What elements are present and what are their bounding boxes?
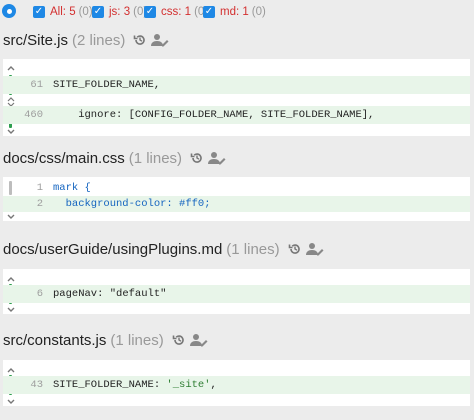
line-number: 6: [36, 288, 43, 300]
filter-css[interactable]: ✓ css: 1 (0): [144, 5, 208, 19]
line-number: 61: [30, 79, 43, 91]
line-count: (1 lines): [110, 331, 164, 349]
code-string: '_site': [166, 379, 211, 391]
line-number: 43: [30, 379, 43, 391]
file-header: docs/userGuide/usingPlugins.md (1 lines): [3, 238, 324, 260]
toggle-all-button[interactable]: [2, 4, 16, 18]
filter-value: 5: [69, 6, 76, 18]
dot-icon: [6, 8, 12, 14]
file-path: src/Site.js: [3, 31, 69, 49]
line-count: (2 lines): [72, 31, 126, 49]
code-text: ignore: [CONFIG_FOLDER_NAME, SITE_FOLDER…: [53, 109, 375, 121]
checkbox-checked-icon[interactable]: ✓: [33, 6, 45, 18]
line-number: 460: [24, 109, 43, 121]
checkbox-checked-icon[interactable]: ✓: [203, 6, 215, 18]
line-number: 1: [36, 182, 43, 194]
code-text: SITE_FOLDER_NAME: '_site',: [53, 379, 217, 391]
code-text: SITE_FOLDER_NAME,: [53, 79, 161, 91]
code-text: pageNav: "default": [53, 288, 166, 300]
line-count: (1 lines): [226, 240, 280, 258]
history-icon[interactable]: [190, 151, 204, 165]
filter-value: 1: [184, 6, 192, 18]
filter-value: 3: [123, 6, 131, 18]
filter-md[interactable]: ✓ md: 1 (0): [203, 5, 266, 19]
history-icon[interactable]: [288, 242, 302, 256]
file-path: docs/css/main.css: [3, 149, 125, 167]
expand-down-icon[interactable]: [6, 211, 16, 221]
filter-count: (0): [78, 6, 93, 18]
file-header: src/Site.js (2 lines): [3, 29, 169, 51]
code-text: background-color: #ff0;: [53, 198, 211, 210]
file-header: docs/css/main.css (1 lines): [3, 147, 226, 169]
code-panel: 43 SITE_FOLDER_NAME: '_site',: [3, 360, 470, 406]
expand-down-icon[interactable]: [6, 126, 16, 136]
checkbox-checked-icon[interactable]: ✓: [144, 6, 156, 18]
history-icon[interactable]: [133, 33, 147, 47]
file-path: docs/userGuide/usingPlugins.md: [3, 240, 223, 258]
code-panel: 1 mark { 2 background-color: #ff0;: [3, 177, 470, 221]
expand-down-icon[interactable]: [6, 396, 16, 406]
code-key: pageNav:: [53, 288, 110, 300]
history-icon[interactable]: [172, 333, 186, 347]
user-edit-icon[interactable]: [305, 242, 324, 256]
filter-bar: ✓ All: 5 (0) ✓ js: 3 (0) ✓ css: 1 (0) ✓ …: [0, 0, 474, 24]
code-line: 43 SITE_FOLDER_NAME: '_site',: [3, 376, 470, 394]
code-value: "default": [109, 288, 167, 300]
code-panel: 6 pageNav: "default": [3, 269, 470, 314]
file-header: src/constants.js (1 lines): [3, 329, 208, 351]
code-punct: ,: [210, 379, 217, 391]
user-edit-icon[interactable]: [189, 333, 208, 347]
filter-label: css:: [161, 6, 182, 18]
expand-up-icon[interactable]: [6, 64, 16, 74]
code-line: 460 ignore: [CONFIG_FOLDER_NAME, SITE_FO…: [3, 106, 470, 124]
code-line: 2 background-color: #ff0;: [3, 196, 470, 212]
filter-count: (0): [251, 6, 266, 18]
code-line: 1 mark {: [3, 180, 470, 196]
filter-value: 1: [242, 6, 249, 18]
filter-js[interactable]: ✓ js: 3 (0): [92, 5, 147, 19]
filter-all[interactable]: ✓ All: 5 (0): [33, 5, 93, 19]
expand-down-icon[interactable]: [6, 304, 16, 314]
checkbox-checked-icon[interactable]: ✓: [92, 6, 104, 18]
code-line: 61 SITE_FOLDER_NAME,: [3, 76, 470, 94]
file-path: src/constants.js: [3, 331, 107, 349]
line-number: 2: [36, 198, 43, 210]
code-key: SITE_FOLDER_NAME:: [53, 379, 167, 391]
user-edit-icon[interactable]: [151, 33, 169, 47]
filter-label: js:: [109, 6, 121, 18]
user-edit-icon[interactable]: [208, 151, 226, 165]
filter-label: All:: [50, 6, 66, 18]
line-count: (1 lines): [128, 149, 183, 167]
filter-label: md:: [220, 6, 240, 18]
code-line: 6 pageNav: "default": [3, 285, 470, 303]
code-panel: 61 SITE_FOLDER_NAME, 460 ignore: [CONFIG…: [3, 59, 470, 136]
code-text: mark {: [53, 182, 91, 194]
